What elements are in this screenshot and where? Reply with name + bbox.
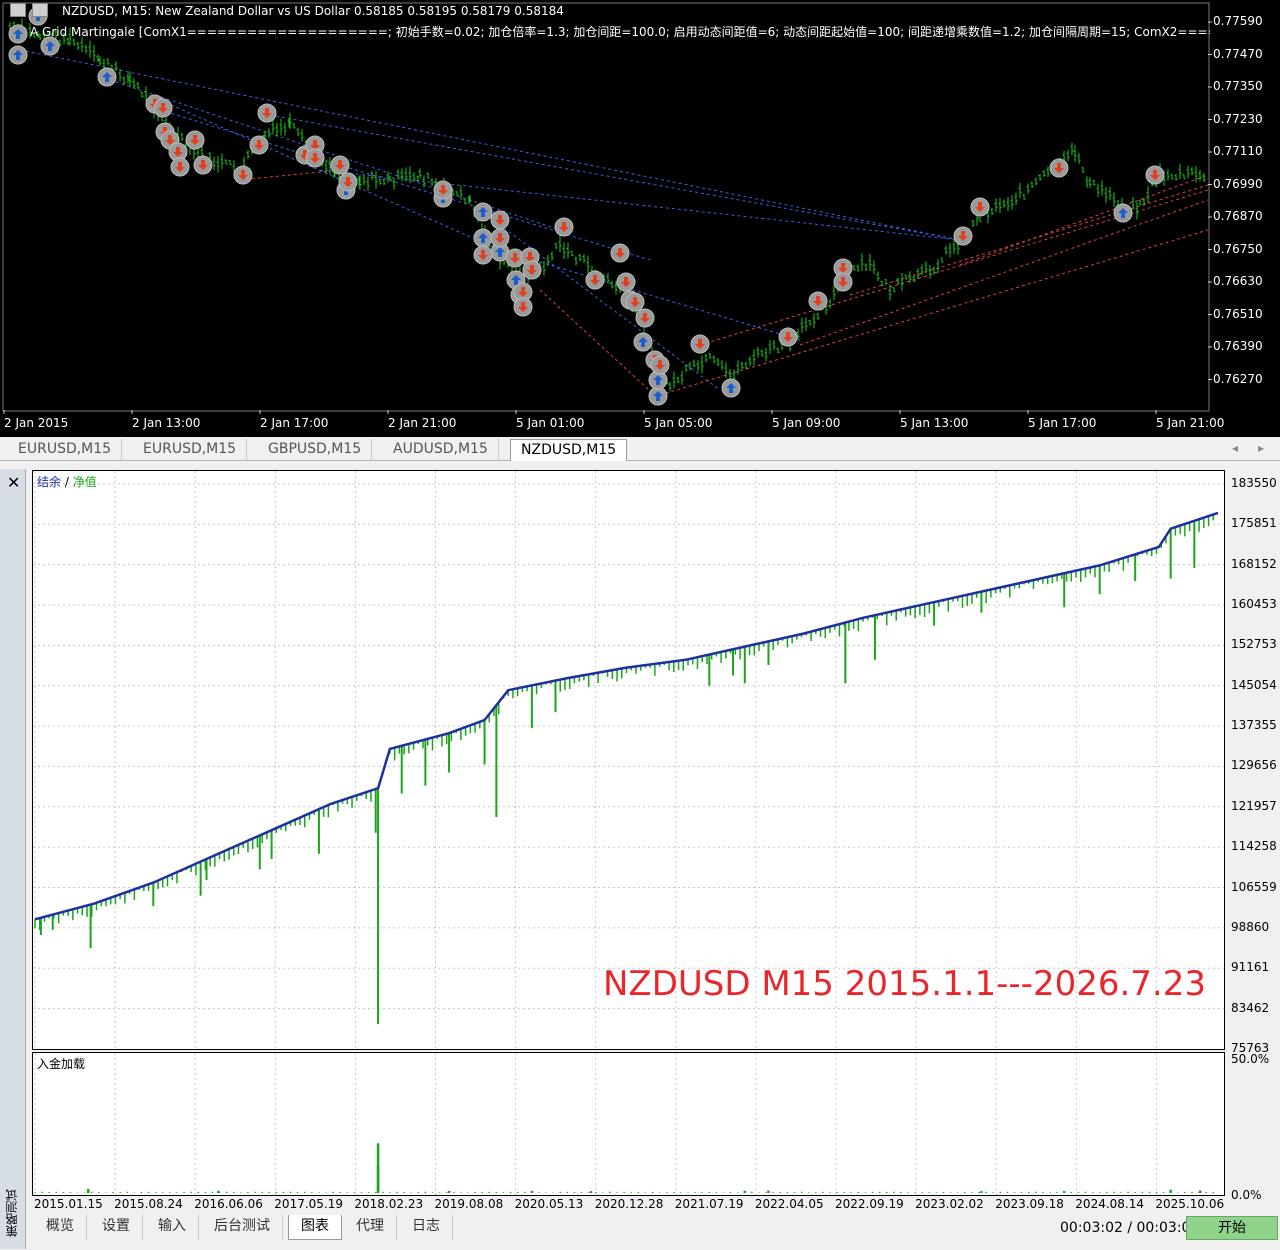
balance-tick-label: 129656 xyxy=(1231,758,1277,773)
expert-parameters: A Grid Martingale [ComX1================… xyxy=(30,25,1210,39)
tab-gbpusd[interactable]: GBPUSD,M15 xyxy=(258,439,373,461)
time-tick-label: 2 Jan 2015 xyxy=(4,416,69,430)
sell-trade-line xyxy=(659,229,1209,396)
time-tick-label: 5 Jan 21:00 xyxy=(1156,416,1225,430)
legend-equity: 净值 xyxy=(72,475,97,489)
date-tick-label: 2024.08.14 xyxy=(1075,1197,1145,1211)
balance-tick-label: 175851 xyxy=(1231,516,1277,531)
balance-tick-label: 183550 xyxy=(1231,475,1277,490)
price-tick-label: 0.76990 xyxy=(1213,176,1263,191)
time-tick-label: 5 Jan 13:00 xyxy=(900,416,969,430)
time-tick-label: 5 Jan 05:00 xyxy=(644,416,713,430)
time-tick-label: 2 Jan 21:00 xyxy=(388,416,457,430)
price-chart-frame xyxy=(2,2,1210,412)
date-tick-label: 2025.10.06 xyxy=(1155,1197,1225,1211)
balance-tick-label: 114258 xyxy=(1231,839,1277,854)
sell-trade-line xyxy=(959,174,1209,266)
time-tick-label: 5 Jan 01:00 xyxy=(516,416,585,430)
balance-tick-label: 168152 xyxy=(1231,556,1277,571)
price-tick-label: 0.76750 xyxy=(1213,241,1263,256)
price-tick-label: 0.76630 xyxy=(1213,274,1263,288)
balance-tick-label: 121957 xyxy=(1231,798,1277,813)
tab-eurusd-2[interactable]: EURUSD,M15 xyxy=(133,439,248,461)
close-icon[interactable]: ✕ xyxy=(7,473,20,492)
deposit-load-canvas xyxy=(34,1053,1215,1195)
date-tick-label: 2019.08.08 xyxy=(434,1197,504,1211)
legend-separator: / xyxy=(61,475,73,489)
tab-overview[interactable]: 概览 xyxy=(34,1215,87,1240)
tab-eurusd-1[interactable]: EURUSD,M15 xyxy=(8,439,123,461)
start-button[interactable]: 开始 xyxy=(1186,1216,1278,1240)
tester-tabs: 概览 设置 输入 后台测试 图表 代理 日志 00:03:02 / 00:03:… xyxy=(30,1215,1280,1241)
tab-settings[interactable]: 设置 xyxy=(90,1215,143,1240)
price-tick-label: 0.77110 xyxy=(1213,144,1263,158)
tab-audusd[interactable]: AUDUSD,M15 xyxy=(383,439,499,461)
date-tick-label: 2018.02.23 xyxy=(354,1197,424,1211)
date-tick-label: 2023.02.02 xyxy=(915,1197,984,1211)
tab-inputs[interactable]: 输入 xyxy=(146,1215,199,1240)
sell-trade-line xyxy=(239,169,341,181)
balance-tick-label: 91161 xyxy=(1231,960,1270,975)
time-tick-label: 2 Jan 13:00 xyxy=(132,416,201,430)
date-tick-label: 2022.09.19 xyxy=(835,1197,904,1211)
deposit-load-graph: 入金加载 xyxy=(32,1052,1225,1196)
balance-equity-canvas xyxy=(33,471,1224,1049)
date-tick-label: 2020.05.13 xyxy=(514,1197,584,1211)
tab-journal[interactable]: 日志 xyxy=(400,1215,453,1240)
buy-trade-line xyxy=(159,99,501,251)
price-tick-label: 0.76270 xyxy=(1213,371,1263,386)
chart-tabs: EURUSD,M15 EURUSD,M15 GBPUSD,M15 AUDUSD,… xyxy=(0,437,1280,461)
time-tick-label: 5 Jan 09:00 xyxy=(772,416,841,430)
date-tick-label: 2022.04.05 xyxy=(754,1197,824,1211)
price-tick-label: 0.77470 xyxy=(1213,46,1263,61)
tab-scroll-left-icon[interactable]: ◂ xyxy=(1232,441,1238,455)
tab-scroll-right-icon[interactable]: ▸ xyxy=(1258,441,1264,455)
price-chart[interactable]: NZDUSD, M15: New Zealand Dollar vs US Do… xyxy=(0,0,1280,437)
price-tick-label: 0.76510 xyxy=(1213,306,1263,321)
date-tick-label: 2017.05.19 xyxy=(274,1197,344,1211)
graph-legend: 结余 / 净值 xyxy=(37,473,97,490)
test-period-annotation: NZDUSD M15 2015.1.1---2026.7.23 xyxy=(602,964,1206,1004)
strategy-tester-panel: ✕ 策略测试 结余 / 净值 NZDUSD M15 2015.1.1---202… xyxy=(0,461,1280,1250)
load-tick-min: 0.0% xyxy=(1231,1188,1262,1202)
date-tick-label: 2015.01.15 xyxy=(34,1197,103,1211)
balance-tick-label: 152753 xyxy=(1231,637,1277,652)
balance-tick-label: 145054 xyxy=(1231,677,1277,692)
tab-backtest[interactable]: 后台测试 xyxy=(202,1215,283,1240)
balance-tick-label: 160453 xyxy=(1231,596,1277,611)
tab-graph[interactable]: 图表 xyxy=(288,1215,342,1240)
buy-trade-line xyxy=(319,169,961,241)
balance-line xyxy=(34,511,1219,921)
time-tick-label: 2 Jan 17:00 xyxy=(260,416,329,430)
tab-nzdusd[interactable]: NZDUSD,M15 xyxy=(510,439,628,461)
date-tick-label: 2016.06.06 xyxy=(194,1197,263,1211)
chart-flag-icon xyxy=(10,3,26,17)
price-chart-canvas xyxy=(2,2,1212,414)
balance-tick-label: 83462 xyxy=(1231,1000,1270,1015)
expert-icon[interactable] xyxy=(32,3,48,17)
date-tick-label: 2023.09.18 xyxy=(995,1197,1064,1211)
balance-tick-label: 106559 xyxy=(1231,879,1277,894)
price-tick-label: 0.76390 xyxy=(1213,339,1263,353)
legend-balance: 结余 xyxy=(37,475,62,489)
date-tick-label: 2021.07.19 xyxy=(674,1197,744,1211)
price-tick-label: 0.76870 xyxy=(1213,209,1263,223)
tester-side-strip: ✕ 策略测试 xyxy=(0,469,26,1249)
chart-toolbar-icons xyxy=(10,3,48,17)
chart-title: NZDUSD, M15: New Zealand Dollar vs US Do… xyxy=(62,4,564,18)
price-tick-label: 0.77350 xyxy=(1213,79,1263,93)
deposit-load-label: 入金加载 xyxy=(37,1057,86,1071)
balance-tick-label: 98860 xyxy=(1231,919,1270,934)
time-tick-label: 5 Jan 17:00 xyxy=(1028,416,1097,430)
balance-equity-graph: 结余 / 净值 NZDUSD M15 2015.1.1---2026.7.23 xyxy=(32,470,1225,1050)
balance-tick-label: 137355 xyxy=(1231,718,1277,733)
date-tick-label: 2015.08.24 xyxy=(114,1197,183,1211)
elapsed-timer: 00:03:02 / 00:03:02 xyxy=(1060,1220,1200,1236)
tester-side-label: 策略测试 xyxy=(5,1189,19,1237)
price-tick-label: 0.77590 xyxy=(1213,14,1263,28)
price-tick-label: 0.77230 xyxy=(1213,111,1263,126)
tab-agents[interactable]: 代理 xyxy=(344,1215,397,1240)
date-tick-label: 2020.12.28 xyxy=(594,1197,664,1211)
load-tick-max: 50.0% xyxy=(1231,1052,1270,1066)
